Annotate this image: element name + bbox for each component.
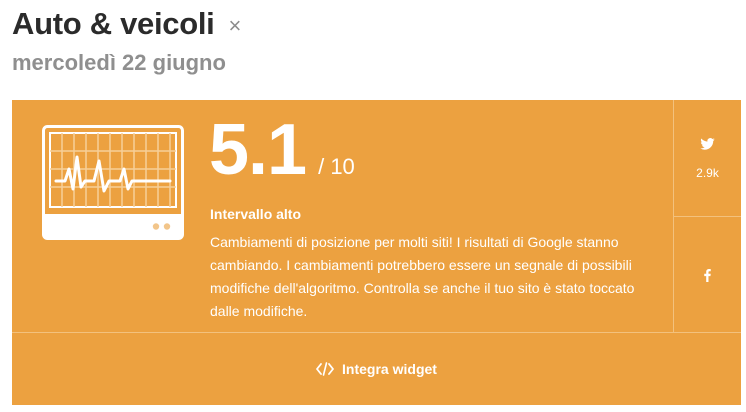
heart-monitor-icon [42, 125, 184, 240]
close-icon[interactable]: × [229, 13, 242, 39]
embed-widget-label: Integra widget [342, 361, 437, 377]
score-value: 5.1 [209, 110, 307, 190]
twitter-share-button[interactable]: 2.9k [674, 100, 741, 216]
score-row: 5.1 / 10 [209, 114, 355, 186]
range-label: Intervallo alto [210, 206, 302, 222]
embed-widget-button[interactable]: Integra widget [12, 333, 741, 405]
volatility-card: 5.1 / 10 Intervallo alto Cambiamenti di … [12, 100, 741, 405]
category-title: Auto & veicoli [12, 6, 215, 41]
twitter-share-count: 2.9k [696, 166, 719, 180]
date-label: mercoledì 22 giugno [12, 50, 226, 75]
twitter-icon [700, 138, 715, 150]
facebook-share-button[interactable] [674, 217, 741, 332]
title-row: Auto & veicoli × [12, 6, 241, 42]
code-icon [316, 362, 334, 376]
score-max: / 10 [318, 154, 355, 179]
score-description: Cambiamenti di posizione per molti siti!… [210, 234, 635, 319]
page-header: Auto & veicoli × mercoledì 22 giugno [12, 6, 241, 76]
facebook-icon [704, 269, 711, 282]
